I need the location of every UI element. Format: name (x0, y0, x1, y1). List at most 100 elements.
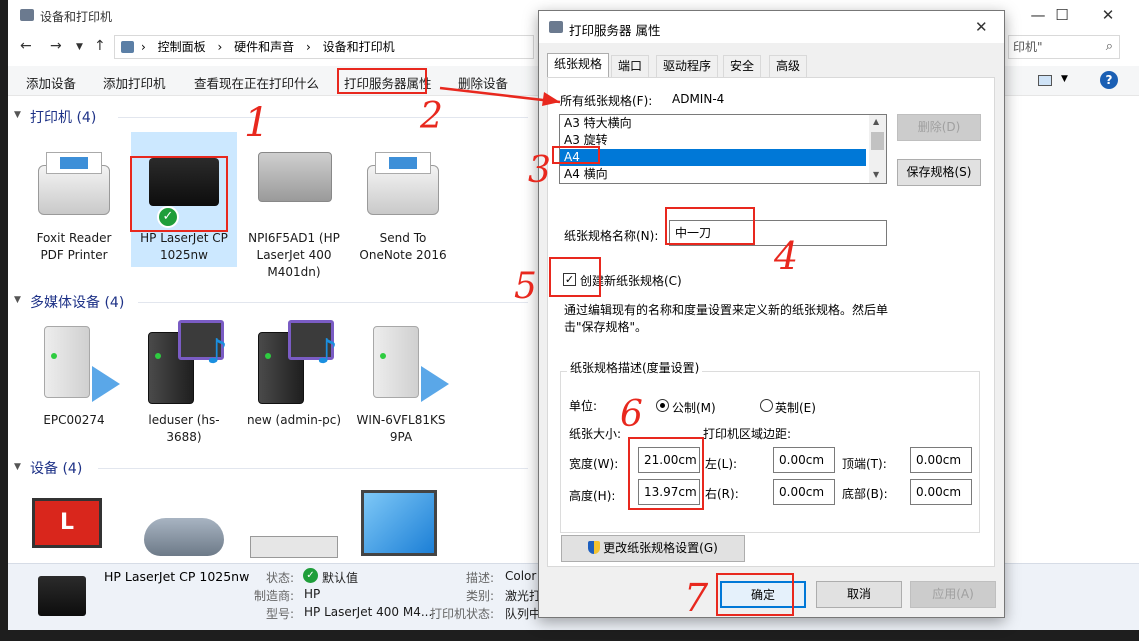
top-margin-input[interactable]: 0.00cm (910, 447, 972, 473)
status-led (380, 353, 386, 359)
metric-radio[interactable] (656, 399, 669, 412)
change-form-settings-label: 更改纸张规格设置(G) (603, 541, 718, 555)
collapse-multimedia-icon[interactable]: ▼ (14, 295, 21, 305)
form-item-a3-extra-transverse[interactable]: A3 特大横向 (560, 115, 886, 132)
tab-advanced[interactable]: 高级 (769, 55, 808, 77)
breadcrumb-sep-icon: › (305, 40, 311, 54)
tab-strip: 纸张规格 端口 驱动程序 安全 高级 (547, 53, 995, 77)
section-heading-devices[interactable]: 设备 (4) (30, 458, 82, 478)
device-keyboard[interactable] (244, 490, 344, 562)
red-computer-icon: L (32, 498, 102, 548)
up-arrow-icon[interactable]: ↑ (94, 38, 106, 54)
highlight-create-new-checkbox (549, 257, 601, 297)
details-model-label: 型号: (266, 607, 295, 621)
metric-label[interactable]: 公制(M) (672, 399, 716, 416)
arrow-head (542, 92, 560, 106)
back-arrow-icon[interactable]: ← (20, 38, 32, 54)
width-label: 宽度(W): (569, 457, 619, 471)
top-margin-label: 顶端(T): (842, 457, 887, 471)
highlight-size-inputs (628, 437, 704, 510)
breadcrumb-sep-icon: › (141, 40, 146, 54)
status-led (51, 353, 57, 359)
form-item-a4-landscape[interactable]: A4 横向 (560, 166, 886, 183)
play-icon (92, 366, 120, 402)
forward-arrow-icon[interactable]: → (50, 38, 62, 54)
tab-ports[interactable]: 端口 (611, 55, 650, 77)
control-panel-icon (121, 41, 134, 53)
hp-printer-thumbnail-icon (38, 576, 86, 616)
dialog-title-bar: 打印服务器 属性 ✕ (539, 11, 1004, 43)
scroll-down-icon[interactable]: ▼ (873, 170, 879, 179)
printer-margins-label: 打印机区域边距: (703, 427, 792, 441)
dialog-title: 打印服务器 属性 (569, 23, 661, 38)
window-title: 设备和打印机 (40, 10, 113, 24)
english-label[interactable]: 英制(E) (775, 399, 816, 416)
delete-form-button[interactable]: 删除(D) (897, 114, 981, 141)
annotation-number-6: 6 (620, 394, 643, 435)
english-radio[interactable] (760, 399, 773, 412)
form-item-a3-rotated[interactable]: A3 旋转 (560, 132, 886, 149)
close-button[interactable]: ✕ (1085, 0, 1131, 31)
form-item-a4-selected[interactable]: A4 (560, 149, 866, 166)
annotation-number-2: 2 (420, 96, 443, 137)
device-media-leduser[interactable]: ♪ leduser (hs-3688) (134, 318, 234, 448)
right-margin-label: 右(R): (705, 487, 739, 501)
device-printer-foxit[interactable]: Foxit Reader PDF Printer (24, 140, 124, 270)
paper-size-label: 纸张大小: (569, 427, 622, 441)
add-device-button[interactable]: 添加设备 (26, 73, 76, 92)
details-status-label: 状态: (266, 571, 295, 585)
help-icon[interactable]: ? (1100, 71, 1118, 89)
device-media-new-admin-pc[interactable]: ♪ new (admin-pc) (244, 318, 344, 428)
apply-button[interactable]: 应用(A) (910, 581, 996, 608)
search-input[interactable]: 印机" ⌕ (1008, 35, 1120, 59)
view-dropdown-icon[interactable]: ▼ (1061, 74, 1068, 84)
add-printer-button[interactable]: 添加打印机 (103, 73, 166, 92)
details-category-label: 类别: (466, 589, 495, 603)
right-margin-input[interactable]: 0.00cm (773, 479, 835, 505)
list-scrollbar[interactable]: ▲ ▼ (869, 115, 886, 183)
breadcrumb-sep-icon: › (217, 40, 223, 54)
breadcrumb-hardware[interactable]: 硬件和声音 (234, 40, 294, 54)
device-printer-onenote[interactable]: Send To OneNote 2016 (353, 140, 453, 270)
device-media-epc00274[interactable]: EPC00274 (24, 318, 124, 428)
height-label: 高度(H): (569, 489, 616, 503)
details-device-name: HP LaserJet CP 1025nw (104, 569, 250, 584)
printer-icon (38, 152, 110, 215)
recent-dropdown-icon[interactable]: ▼ (76, 42, 83, 52)
cancel-button[interactable]: 取消 (816, 581, 902, 608)
collapse-devices-icon[interactable]: ▼ (14, 462, 21, 472)
maximize-button[interactable]: ☐ (1039, 0, 1085, 31)
left-margin-input[interactable]: 0.00cm (773, 447, 835, 473)
scroll-up-icon[interactable]: ▲ (873, 117, 879, 126)
section-heading-printers[interactable]: 打印机 (4) (30, 107, 96, 127)
monitor-icon (361, 490, 437, 556)
grey-printer-icon (258, 152, 332, 202)
tab-drivers[interactable]: 驱动程序 (656, 55, 719, 77)
dialog-close-button[interactable]: ✕ (975, 18, 988, 36)
highlight-a4-item (552, 146, 600, 164)
tab-security[interactable]: 安全 (723, 55, 762, 77)
device-label: Foxit Reader PDF Printer (36, 231, 112, 262)
change-form-settings-button[interactable]: 更改纸张规格设置(G) (561, 535, 745, 562)
see-whats-printing-button[interactable]: 查看现在正在打印什么 (194, 73, 319, 92)
scroll-thumb[interactable] (871, 132, 884, 150)
save-form-button[interactable]: 保存规格(S) (897, 159, 981, 186)
view-options-icon[interactable] (1038, 75, 1052, 86)
device-media-win-6vfl81ks9pa[interactable]: WIN-6VFL81KS 9PA (353, 318, 453, 448)
address-field[interactable]: › 控制面板 › 硬件和声音 › 设备和打印机 (114, 35, 534, 59)
section-heading-multimedia[interactable]: 多媒体设备 (4) (30, 292, 124, 312)
device-monitor[interactable] (353, 490, 453, 562)
tab-forms[interactable]: 纸张规格 (547, 53, 610, 77)
bottom-margin-input[interactable]: 0.00cm (910, 479, 972, 505)
forms-listbox[interactable]: A3 特大横向 A3 旋转 A4 A4 横向 ▲ ▼ (559, 114, 887, 184)
collapse-printers-icon[interactable]: ▼ (14, 110, 21, 120)
device-pc-red[interactable]: L (24, 490, 124, 562)
media-server-icon (44, 326, 90, 398)
printer-icon (549, 21, 563, 33)
breadcrumb-control-panel[interactable]: 控制面板 (158, 40, 206, 54)
device-mouse[interactable] (134, 490, 234, 562)
breadcrumb-devices[interactable]: 设备和打印机 (323, 40, 395, 54)
device-printer-npi6f5ad1[interactable]: NPI6F5AD1 (HP LaserJet 400 M401dn) (244, 140, 344, 280)
play-icon (421, 366, 449, 402)
printer-icon (367, 152, 439, 215)
